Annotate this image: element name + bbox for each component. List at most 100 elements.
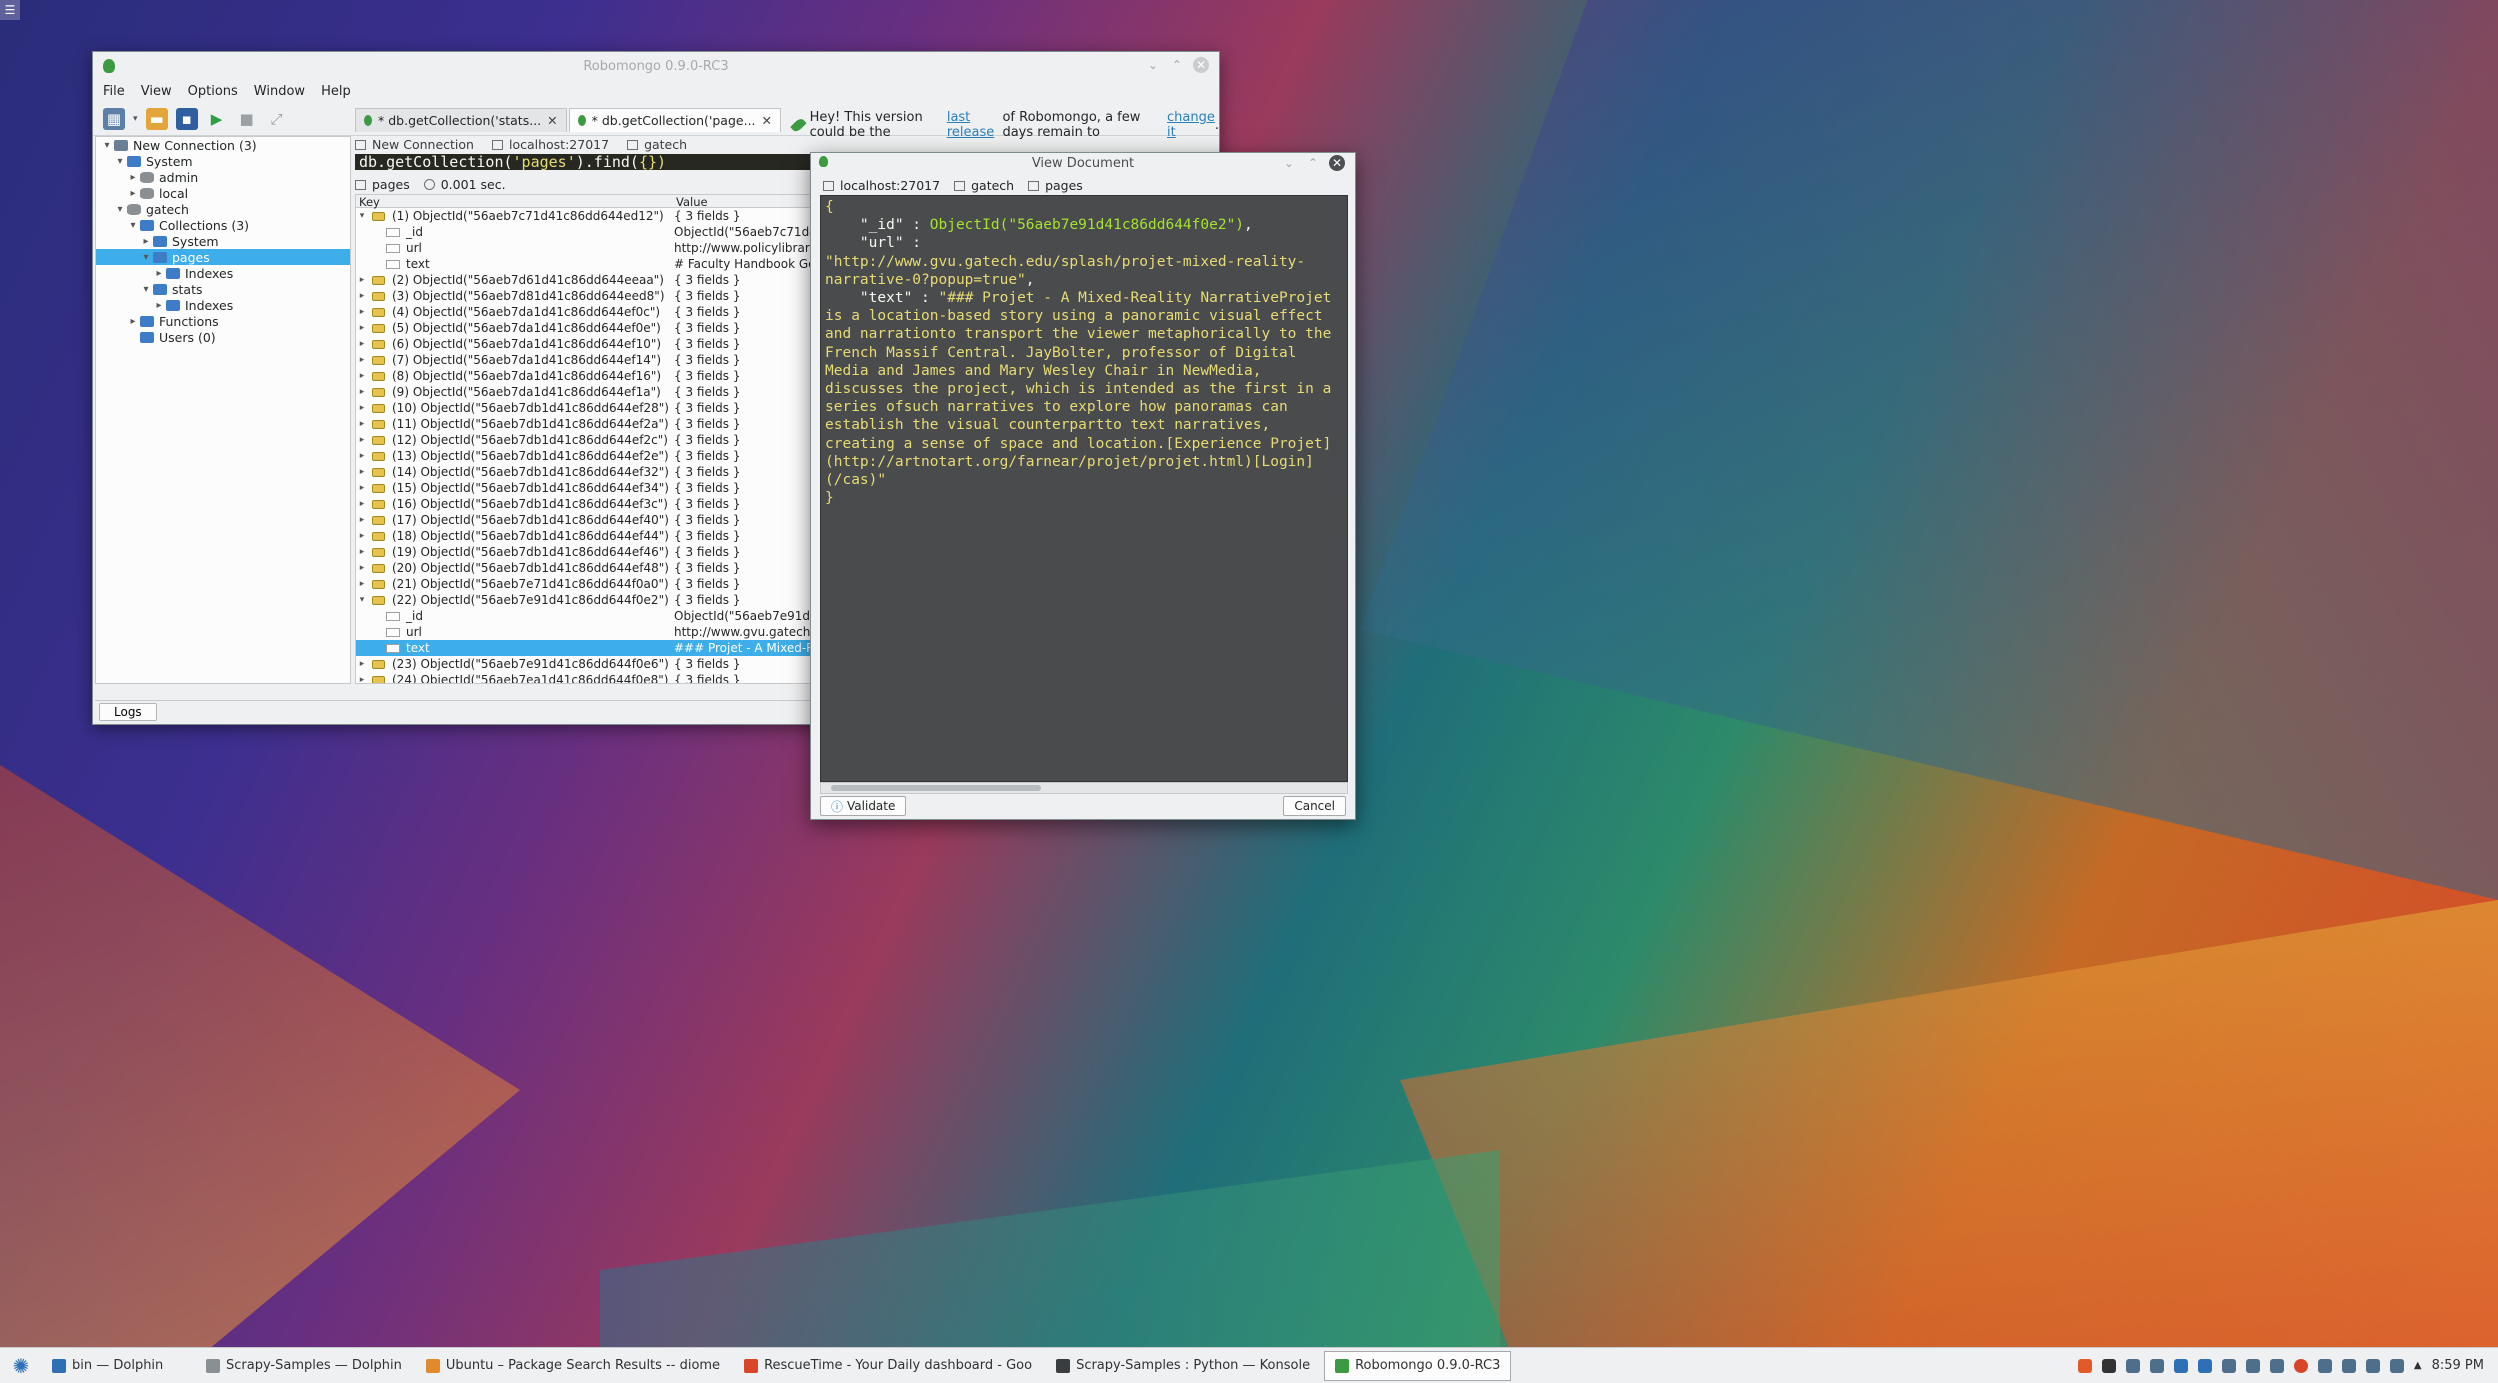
orientation-icon[interactable]: ⤢ (266, 108, 288, 130)
chevron-right-icon[interactable]: ▸ (126, 172, 140, 183)
tree-node[interactable]: ▾ stats (96, 281, 350, 297)
application-launcher-icon[interactable]: ✺ (8, 1353, 34, 1379)
tray-clock-icon[interactable] (2245, 1358, 2260, 1373)
tray-expand-icon[interactable]: ▲ (2414, 1360, 2422, 1371)
chevron-right-icon[interactable]: ▸ (356, 515, 368, 525)
chevron-right-icon[interactable]: ▸ (356, 451, 368, 461)
chevron-down-icon[interactable]: ▾ (126, 220, 140, 231)
chevron-right-icon[interactable]: ▸ (356, 387, 368, 397)
open-folder-icon[interactable]: ▬ (145, 107, 168, 130)
tray-misc-icon[interactable] (2389, 1358, 2404, 1373)
task-button[interactable]: Scrapy-Samples — Dolphin (196, 1351, 412, 1381)
chevron-right-icon[interactable]: ▸ (356, 403, 368, 413)
tree-node[interactable]: ▸ Functions (96, 313, 350, 329)
tab-stats-query[interactable]: * db.getCollection('stats... ✕ (355, 108, 567, 132)
tree-node[interactable]: Users (0) (96, 329, 350, 345)
json-document-view[interactable]: { "_id" : ObjectId("56aeb7e91d41c86dd644… (820, 195, 1348, 782)
battery-icon[interactable] (2365, 1358, 2380, 1373)
task-button[interactable]: Ubuntu – Package Search Results -- diome (416, 1351, 730, 1381)
chevron-right-icon[interactable]: ▸ (126, 316, 140, 327)
chevron-right-icon[interactable]: ▸ (356, 531, 368, 541)
chevron-right-icon[interactable]: ▸ (356, 307, 368, 317)
connect-icon[interactable]: ▦ (103, 107, 125, 130)
chevron-right-icon[interactable]: ▸ (139, 236, 153, 247)
tree-node[interactable]: ▾ System (96, 153, 350, 169)
chevron-right-icon[interactable]: ▸ (356, 275, 368, 285)
chevron-down-icon[interactable]: ▾ (100, 140, 114, 151)
tray-app-icon[interactable] (2077, 1358, 2092, 1373)
tray-update-icon[interactable] (2149, 1358, 2164, 1373)
window-titlebar[interactable]: Robomongo 0.9.0-RC3 ⌄ ⌃ ✕ (93, 52, 1219, 80)
tray-clipboard-icon[interactable] (2221, 1358, 2236, 1373)
chevron-right-icon[interactable]: ▸ (356, 579, 368, 589)
change-it-link[interactable]: change it (1167, 110, 1215, 140)
last-release-link[interactable]: last release (947, 110, 997, 140)
task-button[interactable]: Robomongo 0.9.0-RC3 (1324, 1350, 1512, 1381)
chevron-down-icon[interactable]: ▾ (356, 595, 368, 605)
chevron-down-icon[interactable]: ▾ (113, 156, 127, 167)
tray-chrome-icon[interactable] (2293, 1358, 2308, 1373)
chevron-right-icon[interactable]: ▸ (356, 419, 368, 429)
tab-close-icon[interactable]: ✕ (547, 113, 557, 128)
save-icon[interactable]: ▪ (175, 107, 198, 130)
chevron-right-icon[interactable]: ▸ (356, 323, 368, 333)
task-button[interactable]: RescueTime - Your Daily dashboard - Goo (734, 1351, 1042, 1381)
scrollbar-thumb[interactable] (831, 785, 1041, 791)
network-icon[interactable] (2341, 1358, 2356, 1373)
column-key-header[interactable]: Key (356, 195, 673, 209)
stop-icon[interactable]: ■ (236, 108, 258, 130)
menu-help[interactable]: Help (321, 84, 351, 99)
volume-icon[interactable] (2317, 1358, 2332, 1373)
task-button[interactable]: Scrapy-Samples : Python — Konsole (1046, 1351, 1320, 1381)
close-icon[interactable]: ✕ (1329, 155, 1345, 171)
tree-node[interactable]: ▸ local (96, 185, 350, 201)
tree-node[interactable]: ▸ Indexes (96, 297, 350, 313)
tray-sync-icon[interactable] (2125, 1358, 2140, 1373)
maximize-icon[interactable]: ⌃ (1169, 57, 1185, 73)
chevron-right-icon[interactable]: ▸ (356, 339, 368, 349)
menu-options[interactable]: Options (188, 84, 238, 99)
menu-view[interactable]: View (141, 84, 172, 99)
tree-node[interactable]: ▸ System (96, 233, 350, 249)
cancel-button[interactable]: Cancel (1283, 796, 1346, 816)
chevron-right-icon[interactable]: ▸ (356, 355, 368, 365)
chevron-down-icon[interactable]: ▾ (356, 211, 368, 221)
chevron-right-icon[interactable]: ▸ (152, 300, 166, 311)
clock[interactable]: 8:59 PM (2432, 1358, 2484, 1373)
close-icon[interactable]: ✕ (1193, 57, 1209, 73)
chevron-right-icon[interactable]: ▸ (356, 467, 368, 477)
chevron-right-icon[interactable]: ▸ (356, 547, 368, 557)
tree-node[interactable]: ▾ pages (96, 249, 350, 265)
tree-node[interactable]: ▾ gatech (96, 201, 350, 217)
tree-node[interactable]: ▸ Indexes (96, 265, 350, 281)
chevron-down-icon[interactable]: ▾ (139, 284, 153, 295)
task-button[interactable]: bin — Dolphin (42, 1351, 192, 1381)
logs-button[interactable]: Logs (99, 703, 157, 721)
minimize-icon[interactable]: ⌄ (1281, 155, 1297, 171)
tray-close-icon[interactable] (2101, 1358, 2116, 1373)
chevron-right-icon[interactable]: ▸ (356, 291, 368, 301)
chevron-right-icon[interactable]: ▸ (356, 435, 368, 445)
execute-icon[interactable]: ▶ (206, 108, 228, 130)
connect-dropdown-icon[interactable]: ▾ (133, 114, 138, 124)
tab-close-icon[interactable]: ✕ (762, 113, 772, 128)
json-horizontal-scrollbar[interactable] (820, 782, 1348, 794)
chevron-right-icon[interactable]: ▸ (126, 188, 140, 199)
minimize-icon[interactable]: ⌄ (1145, 57, 1161, 73)
tab-pages-query[interactable]: * db.getCollection('page... ✕ (568, 108, 781, 132)
chevron-right-icon[interactable]: ▸ (356, 371, 368, 381)
tree-node[interactable]: ▾ Collections (3) (96, 217, 350, 233)
chevron-right-icon[interactable]: ▸ (356, 499, 368, 509)
tray-notes-icon[interactable] (2173, 1358, 2188, 1373)
maximize-icon[interactable]: ⌃ (1305, 155, 1321, 171)
tray-calendar-icon[interactable] (2269, 1358, 2284, 1373)
menu-window[interactable]: Window (254, 84, 305, 99)
validate-button[interactable]: ⓘ Validate (820, 796, 907, 816)
desktop-menu-handle[interactable]: ☰ (0, 0, 20, 20)
chevron-right-icon[interactable]: ▸ (356, 563, 368, 573)
chevron-right-icon[interactable]: ▸ (356, 675, 368, 683)
chevron-down-icon[interactable]: ▾ (113, 204, 127, 215)
tray-display-icon[interactable] (2197, 1358, 2212, 1373)
dialog-titlebar[interactable]: View Document ⌄ ⌃ ✕ (811, 153, 1355, 173)
chevron-down-icon[interactable]: ▾ (139, 252, 153, 263)
